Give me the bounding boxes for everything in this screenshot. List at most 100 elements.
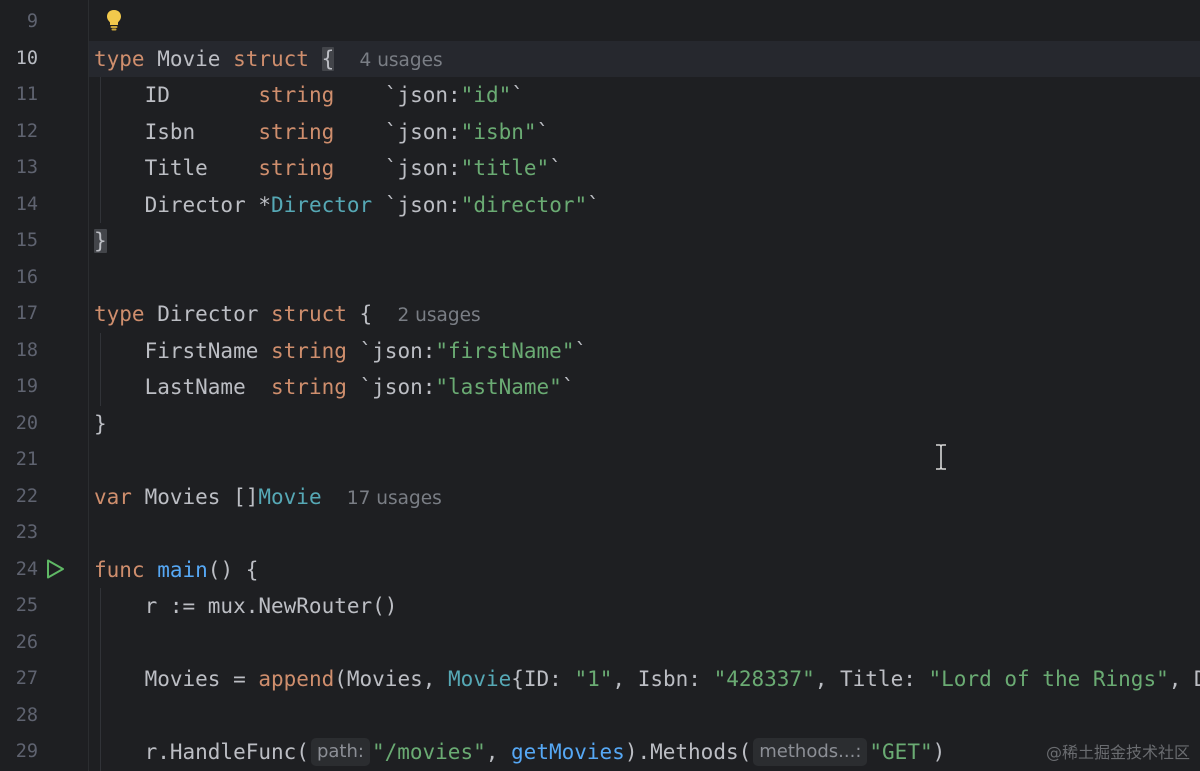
line-number: 12 (15, 120, 38, 142)
code-token: (Movies, (334, 667, 449, 691)
line-number: 25 (15, 595, 38, 616)
line-number: 27 (15, 668, 38, 689)
line-number: 26 (15, 631, 38, 653)
code-token: type (94, 46, 158, 71)
code-token: r := mux.NewRouter() (94, 594, 398, 618)
code-line[interactable]: } (94, 406, 107, 443)
line-number: 23 (15, 522, 38, 543)
code-token: "Lord of the Rings" (928, 667, 1169, 691)
line-number: 24 (15, 558, 38, 580)
code-token: ` (536, 119, 550, 144)
code-token: Movies [] (144, 484, 259, 509)
line-number: 22 (15, 485, 38, 507)
code-token: string (271, 375, 347, 399)
code-token: append (258, 667, 335, 691)
code-line[interactable]: type Director struct { 2 usages (94, 296, 481, 335)
code-token: struct (271, 302, 360, 326)
code-line[interactable]: FirstName string `json:"firstName"` (94, 333, 588, 370)
code-line[interactable]: type Movie struct { 4 usages (94, 41, 443, 80)
code-token: Movie (157, 46, 234, 71)
code-line[interactable]: ID string `json:"id"` (94, 77, 524, 114)
line-number: 18 (15, 339, 38, 361)
code-token: } (94, 229, 107, 253)
code-token: Isbn (94, 119, 259, 144)
usages-hint[interactable]: 2 usages (397, 305, 480, 326)
code-token: ` (549, 156, 562, 180)
watermark: @稀土掘金技术社区 (1045, 743, 1190, 762)
code-token: string (258, 156, 335, 180)
code-line[interactable]: func main() { (94, 552, 258, 589)
code-token: `json: (334, 83, 461, 107)
code-token: { (359, 302, 373, 326)
parameter-hint: path: (310, 738, 370, 766)
code-token: } (94, 411, 107, 436)
code-line[interactable]: } (94, 223, 107, 260)
code-token: ).Methods( (624, 740, 752, 764)
code-token: ` (561, 375, 575, 399)
line-number: 9 (26, 11, 38, 32)
code-line[interactable]: LastName string `json:"lastName"` (94, 369, 575, 406)
code-area[interactable]: type Movie struct { 4 usages ID string `… (88, 0, 1200, 771)
line-number: 16 (15, 266, 38, 288)
code-token: "id" (460, 83, 512, 107)
code-line[interactable]: var Movies []Movie 17 usages (94, 479, 442, 518)
line-number: 20 (15, 412, 38, 434)
code-token: Title (94, 156, 259, 180)
code-token: Movies = (94, 667, 259, 691)
code-line[interactable]: Isbn string `json:"isbn"` (94, 114, 550, 151)
code-token: "isbn" (460, 119, 537, 144)
code-line[interactable]: Movies = append(Movies, Movie{ID: "1", I… (94, 661, 1200, 698)
text-cursor-icon (933, 443, 949, 471)
indent-guide (100, 77, 101, 223)
code-token: ID (94, 83, 259, 107)
parameter-hint: methods...: (753, 738, 868, 766)
code-token: "428337" (713, 667, 815, 691)
code-token: ` (587, 192, 600, 217)
code-token: LastName (94, 375, 272, 399)
code-token: "firstName" (435, 338, 575, 363)
line-number: 10 (15, 47, 38, 69)
usages-hint[interactable]: 17 usages (347, 488, 442, 509)
code-token: () { (207, 557, 259, 582)
code-token: var (94, 484, 145, 509)
code-token: FirstName (94, 338, 272, 363)
code-token: , Title: (814, 667, 929, 691)
code-token: getMovies (511, 740, 625, 764)
code-token: Director * (94, 192, 272, 217)
code-line[interactable]: Director *Director `json:"director"` (94, 187, 600, 224)
code-line[interactable]: r := mux.NewRouter() (94, 588, 398, 625)
usages-hint[interactable]: 4 usages (360, 50, 443, 71)
line-number: 14 (15, 193, 38, 215)
code-token: struct (233, 46, 322, 71)
code-token: "/movies" (371, 740, 486, 764)
code-token: string (271, 338, 347, 363)
code-token: "lastName" (435, 375, 562, 399)
code-token: r.HandleFunc( (94, 740, 309, 764)
code-token: ) (932, 740, 946, 764)
code-token: { (321, 46, 335, 71)
code-line[interactable]: r.HandleFunc(path: "/movies", getMovies).… (94, 734, 945, 771)
code-token: func (94, 557, 158, 582)
line-number: 11 (15, 84, 38, 105)
line-number: 13 (15, 157, 38, 178)
line-number: 15 (15, 230, 38, 251)
lightbulb-icon[interactable] (104, 8, 124, 32)
code-token: Movie (448, 667, 512, 691)
code-token: main (157, 557, 208, 582)
run-gutter-icon[interactable] (44, 558, 66, 580)
code-token: `json: (346, 338, 436, 363)
code-token: "GET" (869, 740, 933, 764)
code-token: `json: (346, 375, 436, 399)
code-editor[interactable]: 9 10 11 12 13 14 15 16 17 18 19 20 21 22 23 24 25 26 27 28 2… (0, 0, 1200, 771)
code-token: `json: (372, 192, 461, 217)
code-token: , D (1168, 667, 1200, 691)
line-number: 21 (15, 449, 38, 470)
code-line[interactable]: Title string `json:"title"` (94, 150, 562, 187)
code-token: "title" (460, 156, 550, 180)
line-number-gutter[interactable]: 9 10 11 12 13 14 15 16 17 18 19 20 21 22 23 24 25 26 27 28 2… (0, 0, 88, 771)
code-token: ` (511, 83, 524, 107)
code-token: ` (574, 338, 588, 363)
